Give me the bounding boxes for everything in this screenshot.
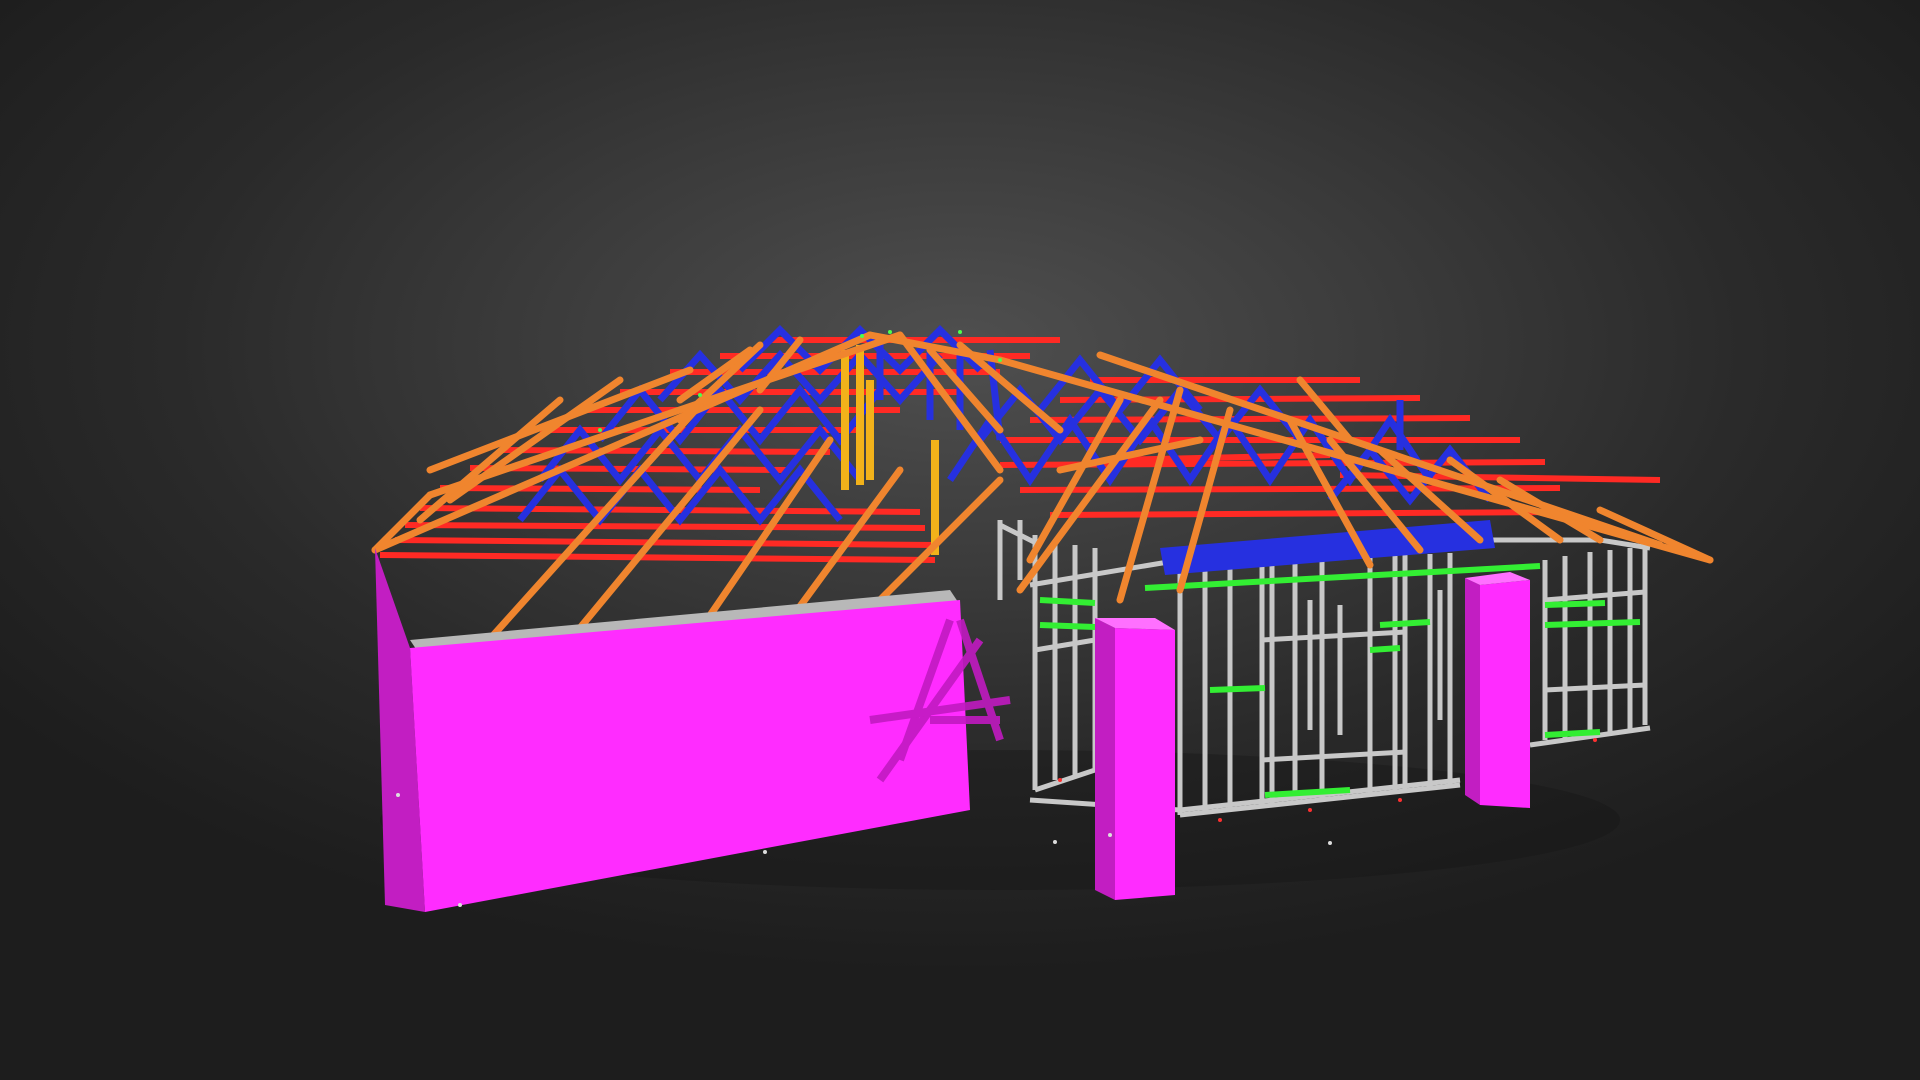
3d-model-viewport[interactable] [0,0,1920,1080]
magenta-pier-right [1465,572,1530,808]
house-frame-3d-model[interactable] [0,0,1920,1080]
blue-lintel-beam [1160,520,1495,575]
magenta-pier-left [1095,618,1175,900]
